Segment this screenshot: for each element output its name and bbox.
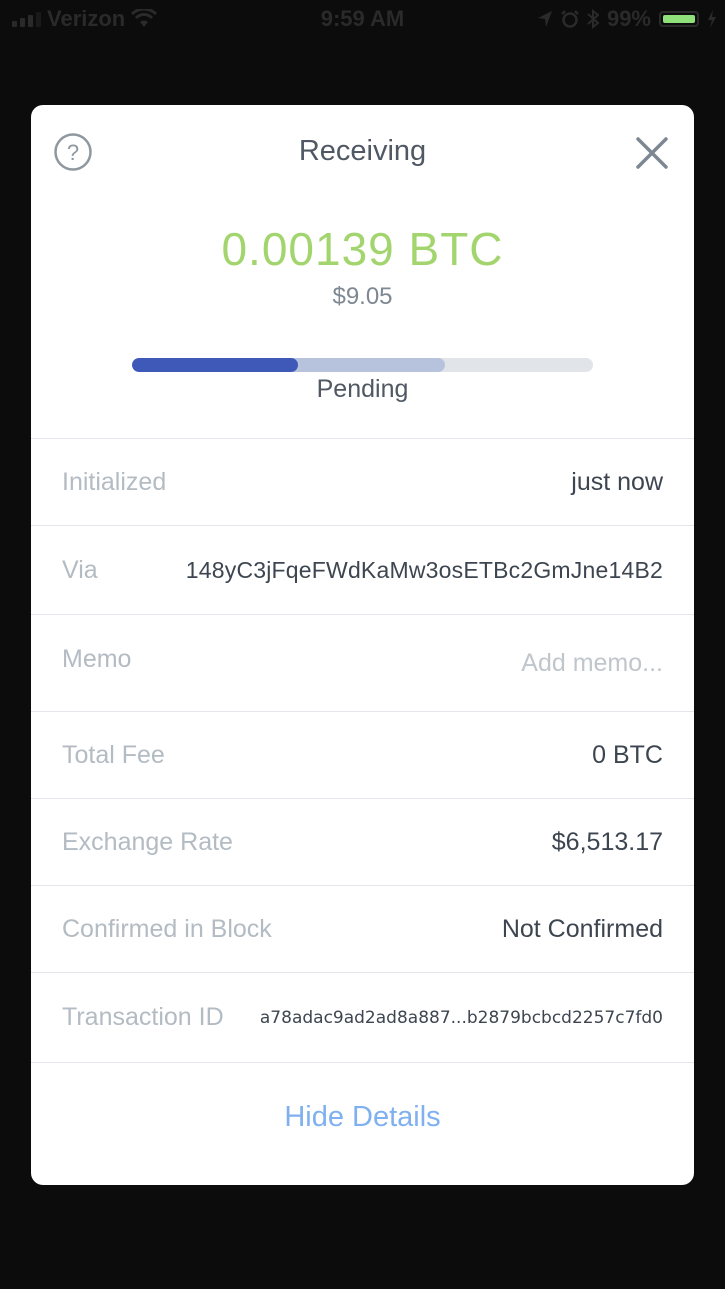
progress-fill — [132, 358, 298, 372]
detail-row-memo: Memo Add memo... — [31, 615, 694, 712]
modal-title: Receiving — [298, 135, 427, 167]
memo-input[interactable]: Add memo... — [521, 649, 663, 678]
transaction-detail-modal: ? Receiving 0.00139 BTC $9.05 Pending In… — [31, 105, 694, 1185]
detail-row-exchange-rate: Exchange Rate $6,513.17 — [31, 799, 694, 886]
detail-value: $6,513.17 — [551, 827, 663, 856]
location-arrow-icon — [537, 11, 552, 27]
confirmation-progress-bar — [132, 358, 593, 372]
modal-header: ? Receiving — [31, 105, 694, 200]
details-list: Initialized just now Via 148yC3jFqeFWdKa… — [31, 438, 694, 1063]
battery-icon — [659, 11, 699, 27]
screen: Verizon 9:59 AM 99% ? Receiving 0.00139 … — [0, 0, 725, 1289]
detail-value: 0 BTC — [592, 740, 663, 769]
detail-label: Confirmed in Block — [62, 914, 272, 943]
detail-label: Via — [62, 555, 98, 584]
alarm-icon — [561, 10, 579, 28]
detail-label: Memo — [62, 644, 132, 673]
detail-row-initialized: Initialized just now — [31, 439, 694, 526]
status-bar: Verizon 9:59 AM 99% — [0, 0, 725, 40]
detail-value: Not Confirmed — [501, 914, 663, 943]
status-right: 99% — [537, 6, 717, 32]
via-address[interactable]: 148yC3jFqeFWdKaMw3osETBc2GmJne14B2 — [186, 557, 663, 584]
progress-status-label: Pending — [316, 375, 409, 403]
hide-details-button[interactable]: Hide Details — [31, 1101, 694, 1134]
transaction-id-link[interactable]: a78adac9ad2ad8a887...b2879bcbcd2257c7fd0 — [260, 1008, 663, 1028]
detail-label: Total Fee — [62, 740, 165, 769]
close-icon[interactable] — [634, 135, 670, 171]
detail-row-total-fee: Total Fee 0 BTC — [31, 712, 694, 799]
detail-value: just now — [571, 467, 663, 496]
battery-percent: 99% — [606, 6, 651, 31]
battery-level — [663, 15, 695, 23]
detail-label: Initialized — [62, 467, 167, 496]
amount-crypto: 0.00139 BTC — [221, 223, 504, 275]
charging-icon — [708, 10, 716, 28]
bluetooth-icon — [587, 9, 599, 29]
detail-row-transaction-id: Transaction ID a78adac9ad2ad8a887...b287… — [31, 973, 694, 1063]
detail-row-via: Via 148yC3jFqeFWdKaMw3osETBc2GmJne14B2 — [31, 526, 694, 615]
detail-label: Exchange Rate — [62, 827, 233, 856]
amount-fiat: $9.05 — [332, 283, 393, 310]
detail-label: Transaction ID — [62, 1003, 224, 1031]
detail-row-confirmed-in-block: Confirmed in Block Not Confirmed — [31, 886, 694, 973]
